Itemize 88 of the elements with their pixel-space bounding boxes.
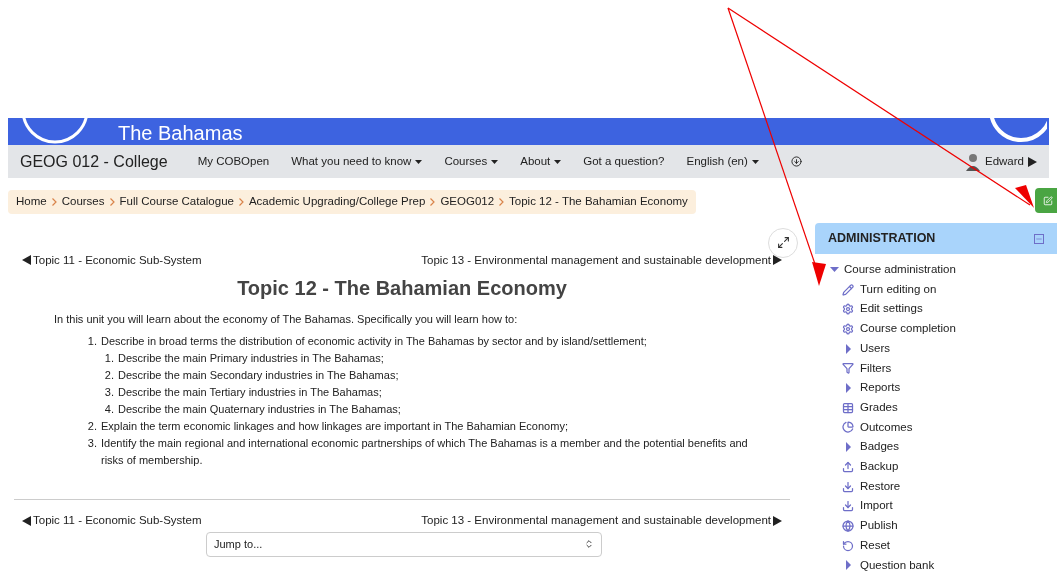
user-menu[interactable]: Edward bbox=[985, 152, 1024, 171]
pencil-icon bbox=[842, 283, 854, 296]
objective-text: Explain the term economic linkages and how linkages are important in The Bahamian Economy; bbox=[101, 419, 568, 435]
left-triangle-icon bbox=[22, 516, 31, 526]
tree-item[interactable]: Reports bbox=[860, 378, 901, 398]
tree-item[interactable]: Reset bbox=[860, 535, 891, 556]
objective-text: Describe the main Secondary industries in The Bahamas; bbox=[118, 368, 399, 384]
nav-menu-item[interactable]: About bbox=[520, 152, 562, 171]
tree-item[interactable]: Question bank bbox=[860, 555, 935, 576]
tree-item[interactable]: Import bbox=[860, 496, 893, 517]
caret-icon bbox=[751, 159, 759, 164]
tree-item[interactable]: Edit settings bbox=[860, 299, 923, 320]
caret-icon bbox=[491, 159, 499, 164]
download-icon bbox=[842, 500, 854, 513]
next-topic-link[interactable]: Topic 13 - Environmental management and sustainable development bbox=[421, 512, 782, 530]
breadcrumb-link[interactable]: Topic 12 - The Bahamian Economy bbox=[509, 193, 688, 211]
upload-icon bbox=[842, 460, 854, 473]
previous-topic-link[interactable]: Topic 11 - Economic Sub-System bbox=[22, 512, 202, 530]
block-title: ADMINISTRATION bbox=[828, 230, 936, 248]
settings-icon bbox=[842, 303, 854, 316]
fullscreen-button[interactable] bbox=[768, 227, 798, 258]
topic-heading: Topic 12 - The Bahamian Economy bbox=[236, 275, 568, 301]
objective-text: Describe the main Quaternary industries in The Bahamas; bbox=[118, 402, 401, 418]
expand-icon bbox=[776, 236, 790, 250]
tree-item[interactable]: Badges bbox=[860, 437, 899, 458]
next-topic-link[interactable]: Topic 13 - Environmental management and sustainable development bbox=[421, 251, 782, 269]
list-number: 1. bbox=[86, 334, 97, 350]
breadcrumb-link[interactable]: Courses bbox=[61, 193, 105, 211]
nav-menu-item[interactable]: What you need to know bbox=[291, 152, 423, 171]
select-arrows-icon bbox=[584, 539, 594, 550]
chevron-icon bbox=[238, 197, 244, 206]
download-icon bbox=[842, 480, 854, 493]
breadcrumb-link[interactable]: Home bbox=[16, 193, 47, 211]
user-avatar bbox=[965, 152, 981, 171]
list-number: 2. bbox=[103, 368, 114, 384]
caret-icon bbox=[554, 159, 562, 164]
nav-menu-item[interactable]: English (en) bbox=[686, 152, 759, 171]
tree-item[interactable]: Course completion bbox=[860, 319, 956, 339]
download-icon[interactable] bbox=[790, 156, 802, 167]
reset-icon bbox=[842, 539, 854, 552]
list-number: 1. bbox=[103, 351, 114, 367]
list-number: 3. bbox=[86, 436, 97, 452]
objective-text: Describe in broad terms the distribution of economic activity in The Bahamas by sector and by island/settlement; bbox=[101, 334, 647, 350]
caret-icon bbox=[415, 159, 423, 164]
tree-item[interactable]: Publish bbox=[860, 516, 898, 536]
left-triangle-icon bbox=[22, 255, 31, 266]
nav-menu-item[interactable]: My COBOpen bbox=[197, 152, 270, 171]
right-triangle-icon bbox=[773, 255, 782, 266]
edit-icon bbox=[1043, 195, 1053, 206]
pie-chart-icon bbox=[842, 421, 854, 434]
right-triangle-icon bbox=[1028, 156, 1037, 167]
table-icon bbox=[842, 401, 854, 414]
tree-item[interactable]: Users bbox=[860, 338, 891, 359]
right-triangle-icon bbox=[773, 516, 782, 526]
tree-item[interactable]: Course administration bbox=[844, 260, 956, 280]
banner-title: The Bahamas bbox=[118, 121, 243, 145]
jump-to-select[interactable]: Jump to... bbox=[206, 531, 602, 557]
tree-item[interactable]: Restore bbox=[860, 476, 901, 497]
tree-item[interactable]: Turn editing on bbox=[860, 279, 937, 300]
list-number: 4. bbox=[103, 402, 114, 418]
breadcrumb-link[interactable]: Academic Upgrading/College Prep bbox=[248, 193, 426, 211]
tree-item[interactable]: Backup bbox=[860, 457, 899, 477]
objective-text: Describe the main Tertiary industries in The Bahamas; bbox=[118, 385, 382, 401]
chevron-icon bbox=[499, 197, 505, 206]
breadcrumb-link[interactable]: Full Course Catalogue bbox=[119, 193, 234, 211]
previous-topic-link[interactable]: Topic 11 - Economic Sub-System bbox=[22, 251, 202, 269]
tree-item[interactable]: Outcomes bbox=[860, 417, 913, 438]
globe-icon bbox=[842, 520, 854, 532]
course-title[interactable]: GEOG 012 - College bbox=[20, 149, 168, 174]
nav-menu-item[interactable]: Courses bbox=[444, 152, 499, 171]
collapse-icon[interactable] bbox=[1034, 233, 1044, 244]
tree-item[interactable]: Grades bbox=[860, 397, 898, 418]
intro-text: In this unit you will learn about the economy of The Bahamas. Specifically you will learn how to: bbox=[54, 311, 519, 327]
objective-text: Describe the main Primary industries in The Bahamas; bbox=[118, 351, 384, 367]
list-number: 3. bbox=[103, 385, 114, 401]
chevron-icon bbox=[109, 197, 115, 206]
tree-item[interactable]: Filters bbox=[860, 358, 892, 379]
caret-down-icon[interactable] bbox=[830, 265, 839, 275]
breadcrumb-link[interactable]: GEOG012 bbox=[440, 193, 495, 211]
chevron-icon bbox=[51, 197, 57, 206]
objective-text: Identify the main regional and international economic partnerships of which The Bahamas is a member and the potential benefits and risks of membership. bbox=[101, 436, 749, 469]
list-number: 2. bbox=[86, 419, 97, 435]
nav-menu-item[interactable]: Got a question? bbox=[583, 152, 665, 171]
chevron-icon bbox=[430, 197, 436, 206]
logo-drawing bbox=[987, 118, 1047, 145]
logo-drawing bbox=[20, 118, 90, 145]
filter-icon bbox=[842, 362, 854, 375]
settings-icon bbox=[842, 322, 854, 335]
